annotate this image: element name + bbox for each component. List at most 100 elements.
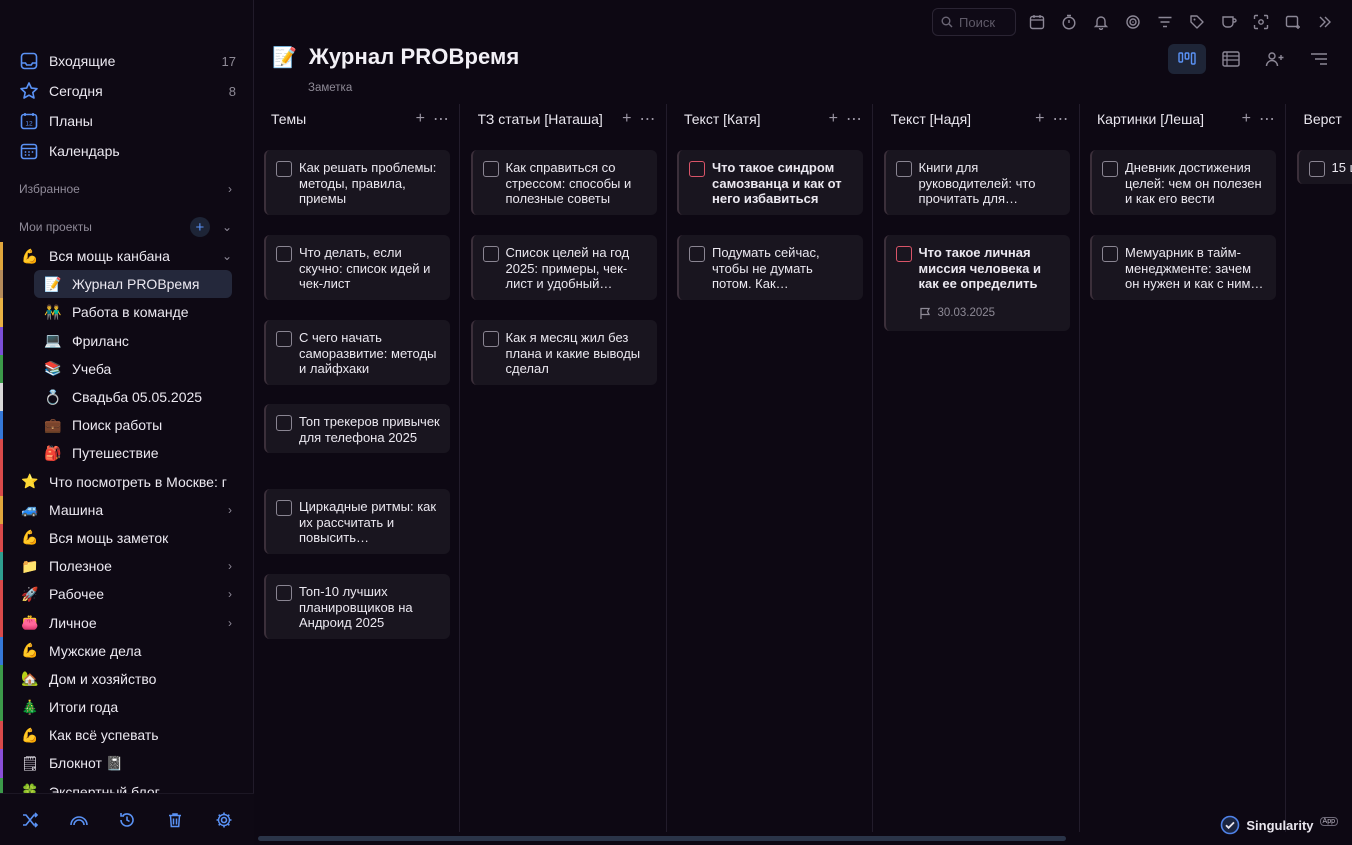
nav-calendar[interactable]: Календарь (0, 136, 254, 166)
sort-button[interactable] (1300, 44, 1338, 74)
task-card[interactable]: 15 ц (1296, 150, 1352, 184)
task-checkbox[interactable] (1102, 161, 1118, 177)
project-item[interactable]: 💪 Мужские дела (0, 636, 254, 665)
column-title[interactable]: ТЗ статьи [Наташа] (478, 111, 615, 127)
chevron-right-icon[interactable]: › (228, 559, 232, 573)
settings-icon[interactable] (213, 809, 235, 831)
project-item[interactable]: 📁 Полезное › (0, 552, 254, 581)
project-item[interactable]: 💼 Поиск работы (0, 411, 254, 440)
task-checkbox[interactable] (276, 585, 292, 601)
list-view-button[interactable] (1212, 44, 1250, 74)
chevron-right-icon[interactable]: › (228, 616, 232, 630)
task-checkbox[interactable] (482, 246, 499, 262)
collapse-icon[interactable] (1314, 11, 1336, 33)
project-item[interactable]: 👛 Личное › (0, 608, 254, 637)
task-checkbox[interactable] (276, 415, 292, 431)
focus-icon[interactable] (1250, 11, 1272, 33)
task-card[interactable]: Что делать, если скучно: список идей и ч… (264, 235, 450, 300)
task-card[interactable]: Книги для руководителей: что прочитать д… (883, 150, 1070, 215)
task-checkbox[interactable] (895, 161, 912, 177)
task-checkbox[interactable] (689, 246, 705, 262)
add-card-icon[interactable]: + (622, 110, 631, 128)
task-checkbox[interactable] (276, 331, 292, 347)
task-card[interactable]: Как справиться со стрессом: способы и по… (470, 150, 657, 215)
chevron-right-icon[interactable]: › (228, 503, 232, 517)
chevron-down-icon[interactable]: ⌄ (222, 249, 232, 263)
project-item[interactable]: 🎄 Итоги года (0, 693, 254, 722)
shuffle-icon[interactable] (19, 809, 41, 831)
column-title[interactable]: Темы (271, 111, 408, 127)
project-item[interactable]: 🍀 Экспертный блог (0, 777, 254, 794)
horizontal-scrollbar[interactable] (258, 836, 1066, 841)
project-item[interactable]: ⭐ Что посмотреть в Москве: г (0, 467, 254, 496)
task-card[interactable]: Что такое синдром самозванца и как от не… (677, 150, 863, 215)
project-item[interactable]: 📚 Учеба (0, 354, 254, 383)
column-title[interactable]: Картинки [Леша] (1097, 111, 1234, 127)
more-options-icon[interactable]: ⋯ (1259, 109, 1275, 129)
add-card-icon[interactable]: + (416, 110, 425, 128)
column-title[interactable]: Текст [Катя] (684, 111, 821, 127)
project-item[interactable]: 🚀 Рабочее › (0, 580, 254, 609)
add-member-button[interactable] (1256, 44, 1294, 74)
task-checkbox[interactable] (276, 246, 292, 262)
favorites-section[interactable]: Избранное › (0, 177, 254, 201)
project-item[interactable]: 🏡 Дом и хозяйство (0, 664, 254, 693)
cup-icon[interactable] (1218, 11, 1240, 33)
tag-icon[interactable] (1186, 11, 1208, 33)
bell-icon[interactable] (1090, 11, 1112, 33)
project-item[interactable]: 💪 Вся мощь канбана ⌄ (0, 242, 254, 271)
more-options-icon[interactable]: ⋯ (846, 109, 862, 129)
project-item[interactable]: 💍 Свадьба 05.05.2025 (0, 382, 254, 412)
task-card[interactable]: Список целей на год 2025: примеры, чек-л… (470, 235, 657, 300)
task-card[interactable]: С чего начать саморазвитие: методы и лай… (264, 320, 450, 385)
rainbow-icon[interactable] (68, 809, 90, 831)
page-title[interactable]: Журнал PROВремя (309, 44, 519, 70)
task-card[interactable]: Как я месяц жил без плана и какие выводы… (470, 320, 657, 385)
task-card[interactable]: Подумать сейчас, чтобы не думать потом. … (677, 235, 863, 300)
add-card-icon[interactable]: + (829, 110, 838, 128)
task-card[interactable]: Топ трекеров привычек для телефона 2025 (264, 404, 450, 454)
project-item[interactable]: 📝 Журнал PROВремя (0, 270, 254, 299)
task-checkbox[interactable] (689, 161, 705, 177)
filter-icon[interactable] (1154, 11, 1176, 33)
task-checkbox[interactable] (276, 161, 292, 177)
add-window-icon[interactable] (1282, 11, 1304, 33)
add-project-button[interactable]: + (189, 217, 210, 237)
task-checkbox[interactable] (1308, 161, 1325, 177)
nav-inbox[interactable]: Входящие 17 (0, 46, 254, 76)
more-options-icon[interactable]: ⋯ (640, 109, 656, 129)
project-item[interactable]: 👬 Работа в команде (0, 298, 254, 327)
calendar-icon[interactable] (1026, 11, 1048, 33)
task-checkbox[interactable] (482, 331, 499, 347)
task-checkbox[interactable] (276, 500, 292, 516)
project-item[interactable]: 💻 Фриланс (0, 326, 254, 355)
timer-icon[interactable] (1058, 11, 1080, 33)
add-card-icon[interactable]: + (1035, 110, 1044, 128)
project-item[interactable]: 🚙 Машина › (0, 495, 254, 524)
add-card-icon[interactable]: + (1242, 110, 1251, 128)
task-card[interactable]: Топ-10 лучших планировщиков на Андроид 2… (264, 574, 450, 639)
nav-today[interactable]: Сегодня 8 (0, 76, 254, 106)
search-input[interactable]: Поиск (932, 8, 1016, 36)
kanban-view-button[interactable] (1168, 44, 1206, 74)
task-card[interactable]: Мемуарник в тайм-менеджменте: зачем он н… (1090, 235, 1276, 300)
chevron-down-icon[interactable]: ⌄ (222, 220, 232, 234)
task-checkbox[interactable] (482, 161, 499, 177)
task-card[interactable]: Что такое личная миссия человека и как е… (883, 235, 1070, 332)
more-options-icon[interactable]: ⋯ (433, 109, 449, 129)
project-item[interactable]: 💪 Как всё успевать (0, 721, 254, 750)
task-checkbox[interactable] (895, 246, 912, 262)
nav-plans[interactable]: 12 Планы (0, 106, 254, 136)
history-icon[interactable] (116, 809, 138, 831)
trash-icon[interactable] (164, 809, 186, 831)
more-options-icon[interactable]: ⋯ (1053, 109, 1069, 129)
task-card[interactable]: Циркадные ритмы: как их рассчитать и пов… (264, 489, 450, 554)
task-checkbox[interactable] (1102, 246, 1118, 262)
task-card[interactable]: Как решать проблемы: методы, правила, пр… (264, 150, 450, 215)
project-item[interactable]: 🎒 Путешествие (0, 439, 254, 468)
task-card[interactable]: Дневник достижения целей: чем он полезен… (1090, 150, 1276, 215)
chevron-right-icon[interactable]: › (228, 587, 232, 601)
target-icon[interactable] (1122, 11, 1144, 33)
project-item[interactable]: 🗒 Блокнот 📓 (0, 749, 254, 778)
project-item[interactable]: 💪 Вся мощь заметок (0, 523, 254, 553)
